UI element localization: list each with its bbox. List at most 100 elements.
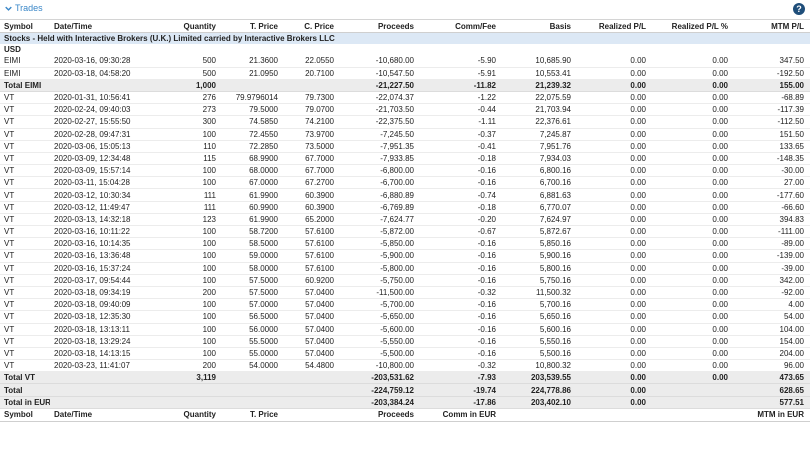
proceeds-cell: -224,759.12 bbox=[338, 383, 418, 397]
date-time-cell: 2020-03-18, 13:13:11 bbox=[50, 323, 158, 336]
realized-pl-pct-header[interactable]: Realized P/L % bbox=[650, 20, 732, 33]
trades-collapse-toggle[interactable]: Trades bbox=[5, 3, 43, 13]
comm-fee-cell: -0.67 bbox=[418, 225, 500, 239]
quantity-cell: 100 bbox=[158, 323, 220, 336]
t-price-cell: 79.9796014 bbox=[220, 91, 282, 105]
symbol-cell: Total EIMI bbox=[0, 79, 50, 92]
c-price-cell: 57.0400 bbox=[282, 310, 338, 324]
quantity-header[interactable]: Quantity bbox=[158, 20, 220, 33]
table-row: VT 2020-03-17, 09:54:44 100 57.5000 60.9200-… bbox=[0, 274, 810, 287]
quantity-cell: 300 bbox=[158, 115, 220, 129]
comm-fee-cell: -5.91 bbox=[418, 67, 500, 80]
symbol-cell: EIMI bbox=[0, 67, 50, 80]
c-price-cell bbox=[282, 371, 338, 385]
basis-cell: 5,600.16 bbox=[500, 323, 575, 336]
quantity-cell: 100 bbox=[158, 128, 220, 141]
proceeds-header[interactable]: Proceeds bbox=[338, 20, 418, 33]
mtm-pl-cell: 577.51 bbox=[732, 396, 808, 409]
symbol-cell: VT bbox=[0, 323, 50, 336]
c-price-cell: 57.6100 bbox=[282, 237, 338, 251]
t-price-cell: 61.9900 bbox=[220, 188, 282, 202]
realized-pl-cell: 0.00 bbox=[575, 152, 650, 166]
quantity-cell: 100 bbox=[158, 274, 220, 287]
basis-cell: 5,850.16 bbox=[500, 237, 575, 251]
realized-pl-cell: 0.00 bbox=[575, 79, 650, 92]
table-row: VT 2020-01-31, 10:56:41 276 79.9796014 79.73… bbox=[0, 91, 810, 105]
c-price-cell: 57.0400 bbox=[282, 286, 338, 300]
proceeds-cell: -22,375.50 bbox=[338, 115, 418, 129]
realized-pl-cell: 0.00 bbox=[575, 176, 650, 190]
date-time-header[interactable]: Date/Time bbox=[50, 20, 158, 33]
table-row: VT 2020-02-27, 15:55:50 300 74.5850 74.2100-… bbox=[0, 115, 810, 129]
proceeds-cell: -7,245.50 bbox=[338, 128, 418, 141]
date-time-cell: 2020-03-18, 12:35:30 bbox=[50, 310, 158, 324]
help-icon[interactable]: ? bbox=[793, 3, 805, 15]
proceeds-cell: -6,880.89 bbox=[338, 188, 418, 202]
t-price-cell: 57.5000 bbox=[220, 274, 282, 287]
c-price-cell bbox=[282, 383, 338, 397]
comm-fee-cell: -1.22 bbox=[418, 91, 500, 105]
realized-pl-pct-cell: 0.00 bbox=[650, 79, 732, 92]
comm-fee-cell: -0.16 bbox=[418, 262, 500, 275]
table-row: VT 2020-03-16, 13:36:48 100 59.0000 57.6100-… bbox=[0, 249, 810, 263]
date-time-cell: 2020-03-11, 15:04:28 bbox=[50, 176, 158, 190]
realized-pl-pct-cell: 0.00 bbox=[650, 164, 732, 178]
basis-footer-header bbox=[500, 407, 575, 422]
symbol-cell: Total in EUR bbox=[0, 396, 50, 409]
currency-label: USD bbox=[4, 45, 21, 55]
symbol-cell: VT bbox=[0, 152, 50, 166]
realized-pl-pct-footer-header bbox=[650, 407, 732, 422]
quantity-cell: 100 bbox=[158, 335, 220, 348]
symbol-cell: VT bbox=[0, 176, 50, 190]
table-row: VT 2020-03-16, 10:11:22 100 58.7200 57.6100-… bbox=[0, 225, 810, 239]
proceeds-cell: -5,800.00 bbox=[338, 262, 418, 275]
date-time-cell: 2020-03-12, 11:49:47 bbox=[50, 201, 158, 214]
realized-pl-cell: 0.00 bbox=[575, 164, 650, 178]
mtm-pl-cell: 394.83 bbox=[732, 213, 808, 227]
quantity-cell: 273 bbox=[158, 103, 220, 117]
realized-pl-pct-cell: 0.00 bbox=[650, 213, 732, 227]
mtm-pl-cell: 473.65 bbox=[732, 371, 808, 385]
c-price-header[interactable]: C. Price bbox=[282, 20, 338, 33]
realized-pl-cell: 0.00 bbox=[575, 335, 650, 348]
realized-pl-cell: 0.00 bbox=[575, 91, 650, 105]
basis-cell: 203,402.10 bbox=[500, 396, 575, 409]
basis-cell: 5,900.16 bbox=[500, 249, 575, 263]
table-row: VT 2020-03-09, 15:57:14 100 68.0000 67.7000-… bbox=[0, 164, 810, 178]
symbol-cell: VT bbox=[0, 359, 50, 373]
mtm-pl-header[interactable]: MTM P/L bbox=[732, 20, 808, 33]
t-price-cell: 72.2850 bbox=[220, 140, 282, 153]
realized-pl-cell: 0.00 bbox=[575, 213, 650, 227]
realized-pl-cell: 0.00 bbox=[575, 396, 650, 409]
proceeds-cell: -7,933.85 bbox=[338, 152, 418, 166]
basis-cell: 5,750.16 bbox=[500, 274, 575, 287]
quantity-cell bbox=[158, 383, 220, 397]
table-row: VT 2020-03-18, 14:13:15 100 55.0000 57.0400-… bbox=[0, 347, 810, 361]
realized-pl-cell: 0.00 bbox=[575, 188, 650, 202]
quantity-cell: 100 bbox=[158, 176, 220, 190]
basis-header[interactable]: Basis bbox=[500, 20, 575, 33]
mtm-pl-cell: -30.00 bbox=[732, 164, 808, 178]
mtm-pl-cell: 204.00 bbox=[732, 347, 808, 361]
realized-pl-header[interactable]: Realized P/L bbox=[575, 20, 650, 33]
date-time-cell: 2020-02-28, 09:47:31 bbox=[50, 128, 158, 141]
comm-fee-cell: -0.37 bbox=[418, 128, 500, 141]
comm-fee-cell: -0.74 bbox=[418, 188, 500, 202]
table-row: VT 2020-03-18, 09:34:19 200 57.5000 57.0400-… bbox=[0, 286, 810, 300]
c-price-cell: 22.0550 bbox=[282, 55, 338, 68]
quantity-cell: 200 bbox=[158, 359, 220, 373]
realized-pl-pct-cell: 0.00 bbox=[650, 310, 732, 324]
symbol-header[interactable]: Symbol bbox=[0, 20, 50, 33]
t-price-header[interactable]: T. Price bbox=[220, 20, 282, 33]
basis-cell: 22,075.59 bbox=[500, 91, 575, 105]
mtm-pl-footer-header: MTM in EUR bbox=[732, 407, 808, 422]
comm-fee-header[interactable]: Comm/Fee bbox=[418, 20, 500, 33]
realized-pl-pct-cell: 0.00 bbox=[650, 262, 732, 275]
proceeds-footer-header: Proceeds bbox=[338, 407, 418, 422]
grand-total-row: Total -224,759.12 -19.74 224,778.86 0.00 628.… bbox=[0, 383, 810, 397]
quantity-cell: 100 bbox=[158, 298, 220, 312]
c-price-cell: 73.5000 bbox=[282, 140, 338, 153]
realized-pl-pct-cell: 0.00 bbox=[650, 103, 732, 117]
t-price-cell: 72.4550 bbox=[220, 128, 282, 141]
quantity-cell: 115 bbox=[158, 152, 220, 166]
